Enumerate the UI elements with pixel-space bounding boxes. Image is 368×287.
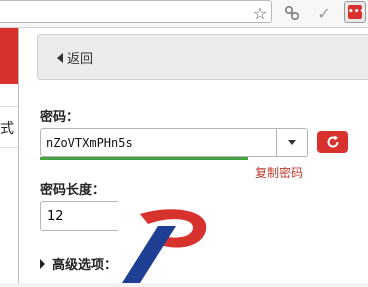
back-bar: 返回 <box>37 34 368 80</box>
page-divider <box>0 106 18 107</box>
advanced-options-toggle[interactable]: 高级选项： <box>40 254 117 273</box>
copy-password-link[interactable]: 复制密码 <box>255 164 303 181</box>
check-icon[interactable]: ✓ <box>313 2 335 24</box>
brand-logo <box>118 200 218 283</box>
extension-button[interactable]: ••• <box>344 1 366 23</box>
browser-toolbar: ☆ ✓ ••• <box>0 0 368 28</box>
extension-icon: ••• <box>348 5 366 19</box>
regenerate-button[interactable] <box>317 131 348 153</box>
back-label: 返回 <box>67 52 94 67</box>
advanced-options-label: 高级选项： <box>52 258 118 273</box>
back-button[interactable]: 返回 <box>57 48 93 67</box>
password-dropdown-button[interactable] <box>276 129 307 156</box>
page-header-strip <box>0 28 18 84</box>
password-strength-bar <box>40 157 248 160</box>
chevron-right-icon <box>40 258 45 269</box>
password-label: 密码： <box>40 110 80 125</box>
chevron-down-icon <box>288 140 296 145</box>
refresh-icon <box>327 135 339 148</box>
star-icon[interactable]: ☆ <box>249 2 271 24</box>
password-input[interactable] <box>41 129 277 156</box>
page-body <box>0 84 18 283</box>
page-text-fragment: 式 <box>0 121 14 137</box>
page-divider <box>0 147 18 148</box>
back-arrow-icon <box>57 52 63 63</box>
length-label: 密码长度： <box>40 183 106 198</box>
password-field-group <box>40 128 308 157</box>
address-bar[interactable] <box>0 0 272 23</box>
puzzle-icon[interactable] <box>281 2 303 24</box>
